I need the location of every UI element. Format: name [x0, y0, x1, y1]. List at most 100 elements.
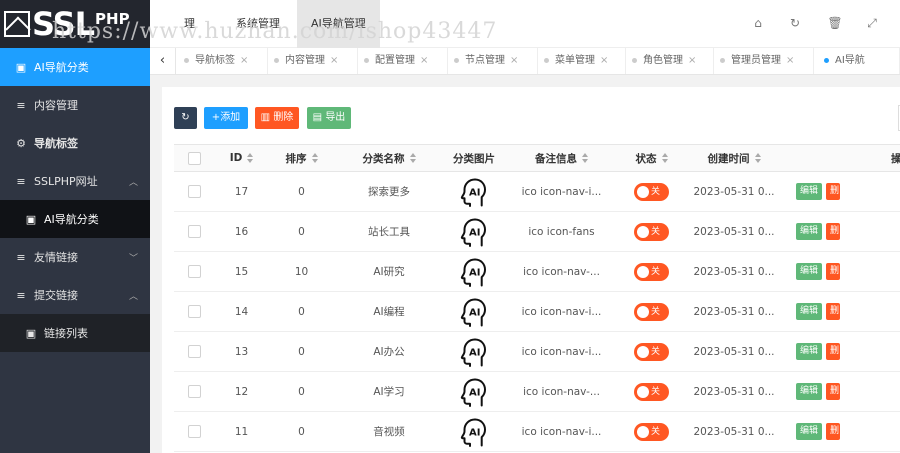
sort-icon [754, 153, 761, 163]
tab-admins[interactable]: 管理员管理 × [714, 48, 814, 74]
sort-icon [661, 153, 668, 163]
tab-prev-button[interactable]: ‹ [150, 48, 176, 74]
cell-note: ico icon-nav-i... [521, 425, 602, 438]
header-label: 备注信息 [535, 152, 577, 165]
export-button[interactable]: ▤ 导出 [307, 107, 351, 129]
cell-sort: 0 [298, 385, 305, 398]
edit-button[interactable]: 编辑 [796, 263, 823, 280]
sidebar-item-content[interactable]: ≡ 内容管理 [0, 86, 150, 124]
logo-mark-icon [4, 11, 30, 37]
sidebar-item-ai-category[interactable]: ▣ AI导航分类 [0, 48, 150, 86]
tab-roles[interactable]: 角色管理 × [626, 48, 714, 74]
close-icon[interactable]: × [688, 55, 696, 66]
status-switch[interactable]: 关 [634, 302, 669, 321]
tab-nav-tags[interactable]: 导航标签 × [178, 48, 268, 74]
cell-name: 站长工具 [368, 226, 410, 238]
header-id[interactable]: ID [214, 145, 269, 171]
row-delete-button[interactable]: 删 [826, 343, 841, 360]
sidebar-item-nav-tags[interactable]: ⚙ 导航标签 [0, 124, 150, 162]
close-icon[interactable]: × [600, 55, 608, 66]
brand-logo[interactable]: SSL PHP [0, 0, 150, 48]
tab-nodes[interactable]: 节点管理 × [448, 48, 538, 74]
header-tab-system[interactable]: 系统管理 [236, 0, 280, 48]
header-tab-partial[interactable]: 理 [184, 0, 195, 48]
status-switch[interactable]: 关 [634, 222, 669, 241]
edit-button[interactable]: 编辑 [796, 303, 823, 320]
page-tabbar: ‹ 导航标签 × 内容管理 × 配置管理 × 节点管理 × 菜单管理 × 角色管理 × 管理… [150, 48, 900, 75]
row-delete-button[interactable]: 删 [826, 223, 841, 240]
home-icon[interactable]: ⌂ [750, 16, 766, 30]
trash-icon[interactable]: 🗑 [827, 16, 843, 30]
ai-head-icon: AI [444, 412, 504, 451]
row-delete-button[interactable]: 删 [826, 263, 841, 280]
cell-sort: 10 [294, 265, 309, 278]
tab-ai-nav[interactable]: AI导航 [814, 48, 900, 74]
select-all-checkbox[interactable] [187, 151, 201, 165]
cell-note: ico icon-nav-... [523, 385, 600, 398]
close-icon[interactable]: × [786, 55, 794, 66]
add-button[interactable]: +添加 [204, 107, 248, 129]
edit-button[interactable]: 编辑 [796, 183, 823, 200]
fullscreen-icon[interactable]: ⤢ [864, 16, 880, 31]
sidebar-subitem-link-list[interactable]: ▣ 链接列表 [0, 314, 150, 352]
add-button-label: 添加 [220, 112, 241, 123]
header-status[interactable]: 状态 [619, 145, 684, 171]
cell-ops: 编辑 删 [784, 372, 900, 411]
header-sort[interactable]: 排序 [269, 145, 334, 171]
cell-id: 12 [234, 385, 249, 398]
row-checkbox[interactable] [187, 265, 201, 278]
sidebar-item-label: AI导航分类 [34, 61, 89, 74]
row-delete-button[interactable]: 删 [826, 423, 841, 440]
status-switch[interactable]: 关 [634, 182, 669, 201]
close-icon[interactable]: × [420, 55, 428, 66]
row-checkbox[interactable] [187, 225, 201, 238]
refresh-icon[interactable]: ↻ [787, 16, 803, 30]
row-checkbox[interactable] [187, 305, 201, 318]
sidebar-subitem-ai-category[interactable]: ▣ AI导航分类 [0, 200, 150, 238]
header-time[interactable]: 创建时间 [684, 145, 784, 171]
refresh-button[interactable]: ↻ [174, 107, 197, 129]
row-checkbox[interactable] [187, 345, 201, 358]
header-name[interactable]: 分类名称 [334, 145, 444, 171]
table-body: 17 0 探索更多 AI ico icon-nav-i... 关 2023-05… [174, 172, 900, 452]
chevron-up-icon: ︿ [128, 177, 138, 188]
row-delete-button[interactable]: 删 [826, 303, 841, 320]
row-checkbox[interactable] [187, 385, 201, 398]
ai-head-icon: AI [444, 252, 504, 291]
sidebar-item-submit-links[interactable]: ≡ 提交链接 ︿ [0, 276, 150, 314]
sidebar-item-friend-links[interactable]: ≡ 友情链接 ﹀ [0, 238, 150, 276]
delete-button[interactable]: ▥ 删除 [255, 107, 299, 129]
row-delete-button[interactable]: 删 [826, 383, 841, 400]
cell-ops: 编辑 删 [784, 172, 900, 211]
sidebar-item-label: AI导航分类 [44, 213, 99, 226]
sidebar-item-sslphp-url[interactable]: ≡ SSLPHP网址 ︿ [0, 162, 150, 200]
close-icon[interactable]: × [510, 55, 518, 66]
row-delete-button[interactable]: 删 [826, 183, 841, 200]
tab-config[interactable]: 配置管理 × [358, 48, 448, 74]
status-switch[interactable]: 关 [634, 422, 669, 441]
edit-button[interactable]: 编辑 [796, 223, 823, 240]
status-switch[interactable]: 关 [634, 262, 669, 281]
edit-button[interactable]: 编辑 [796, 383, 823, 400]
cell-ops: 编辑 删 [784, 212, 900, 251]
close-icon[interactable]: × [240, 55, 248, 66]
cell-time: 2023-05-31 0... [693, 265, 775, 278]
header-note[interactable]: 备注信息 [504, 145, 619, 171]
status-switch[interactable]: 关 [634, 342, 669, 361]
edit-button[interactable]: 编辑 [796, 423, 823, 440]
row-checkbox[interactable] [187, 425, 201, 438]
row-checkbox-cell [174, 252, 214, 291]
tab-content[interactable]: 内容管理 × [268, 48, 358, 74]
table-row: 14 0 AI编程 AI ico icon-nav-i... 关 2023-05… [174, 292, 900, 332]
tab-menus[interactable]: 菜单管理 × [538, 48, 626, 74]
row-checkbox[interactable] [187, 185, 201, 198]
table-row: 13 0 AI办公 AI ico icon-nav-i... 关 2023-05… [174, 332, 900, 372]
header-label: 排序 [285, 152, 307, 165]
header-tab-ai-nav[interactable]: AI导航管理 [297, 0, 380, 48]
close-icon[interactable]: × [330, 55, 338, 66]
status-switch[interactable]: 关 [634, 382, 669, 401]
table-row: 16 0 站长工具 AI ico icon-fans 关 2023-05-31 … [174, 212, 900, 252]
chevron-up-icon: ︿ [128, 291, 138, 302]
edit-button[interactable]: 编辑 [796, 343, 823, 360]
category-table: ID 排序 分类名称 分类图片 备注信息 状态 创建时间 操作 17 0 探索更… [174, 144, 900, 452]
